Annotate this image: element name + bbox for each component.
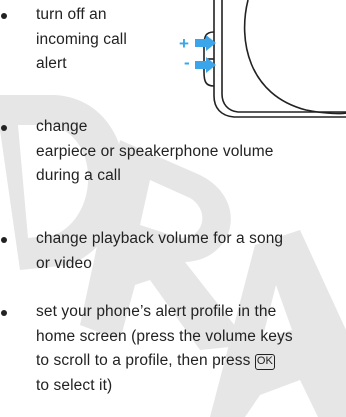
list-item: turn off an incoming call alert <box>0 3 160 77</box>
volume-up-label: + <box>179 34 189 53</box>
text-line: home screen (press the volume keys <box>36 327 293 345</box>
text-line: alert <box>36 55 67 72</box>
list-item: change earpiece or speakerphone volume d… <box>0 115 330 189</box>
text-line: during a call <box>36 167 121 184</box>
bullet-dot <box>1 310 7 316</box>
bullet-dot <box>1 13 7 19</box>
text-line: turn off an <box>36 6 107 23</box>
list-item-text: turn off an incoming call alert <box>36 3 160 77</box>
text-line: or video <box>36 254 92 272</box>
bullet-dot <box>1 237 7 243</box>
list-item-text: change playback volume for a song or vid… <box>36 227 330 276</box>
list-item: change playback volume for a song or vid… <box>0 227 330 276</box>
volume-down-arrow-icon <box>195 57 216 73</box>
text-line: incoming call <box>36 30 127 48</box>
text-line: change playback volume for a song <box>36 230 284 247</box>
text-line: to scroll to a profile, then press <box>36 352 251 369</box>
ok-key-icon: OK <box>254 354 275 370</box>
bullet-dot <box>1 125 7 131</box>
text-line: set your phone’s alert profile in the <box>36 303 277 320</box>
phone-illustration: + - <box>176 0 346 120</box>
text-line: earpiece or speakerphone volume <box>36 142 274 160</box>
list-item-text: set your phone’s alert profile in the ho… <box>36 300 330 398</box>
list-item-text: change earpiece or speakerphone volume d… <box>36 115 330 189</box>
volume-up-arrow-icon <box>195 35 216 51</box>
text-line: to select it) <box>36 376 113 394</box>
text-line: change <box>36 118 88 135</box>
list-item: set your phone’s alert profile in the ho… <box>0 300 330 398</box>
page: + - turn off an incoming call alert chan… <box>0 0 346 417</box>
volume-down-label: - <box>184 53 190 72</box>
